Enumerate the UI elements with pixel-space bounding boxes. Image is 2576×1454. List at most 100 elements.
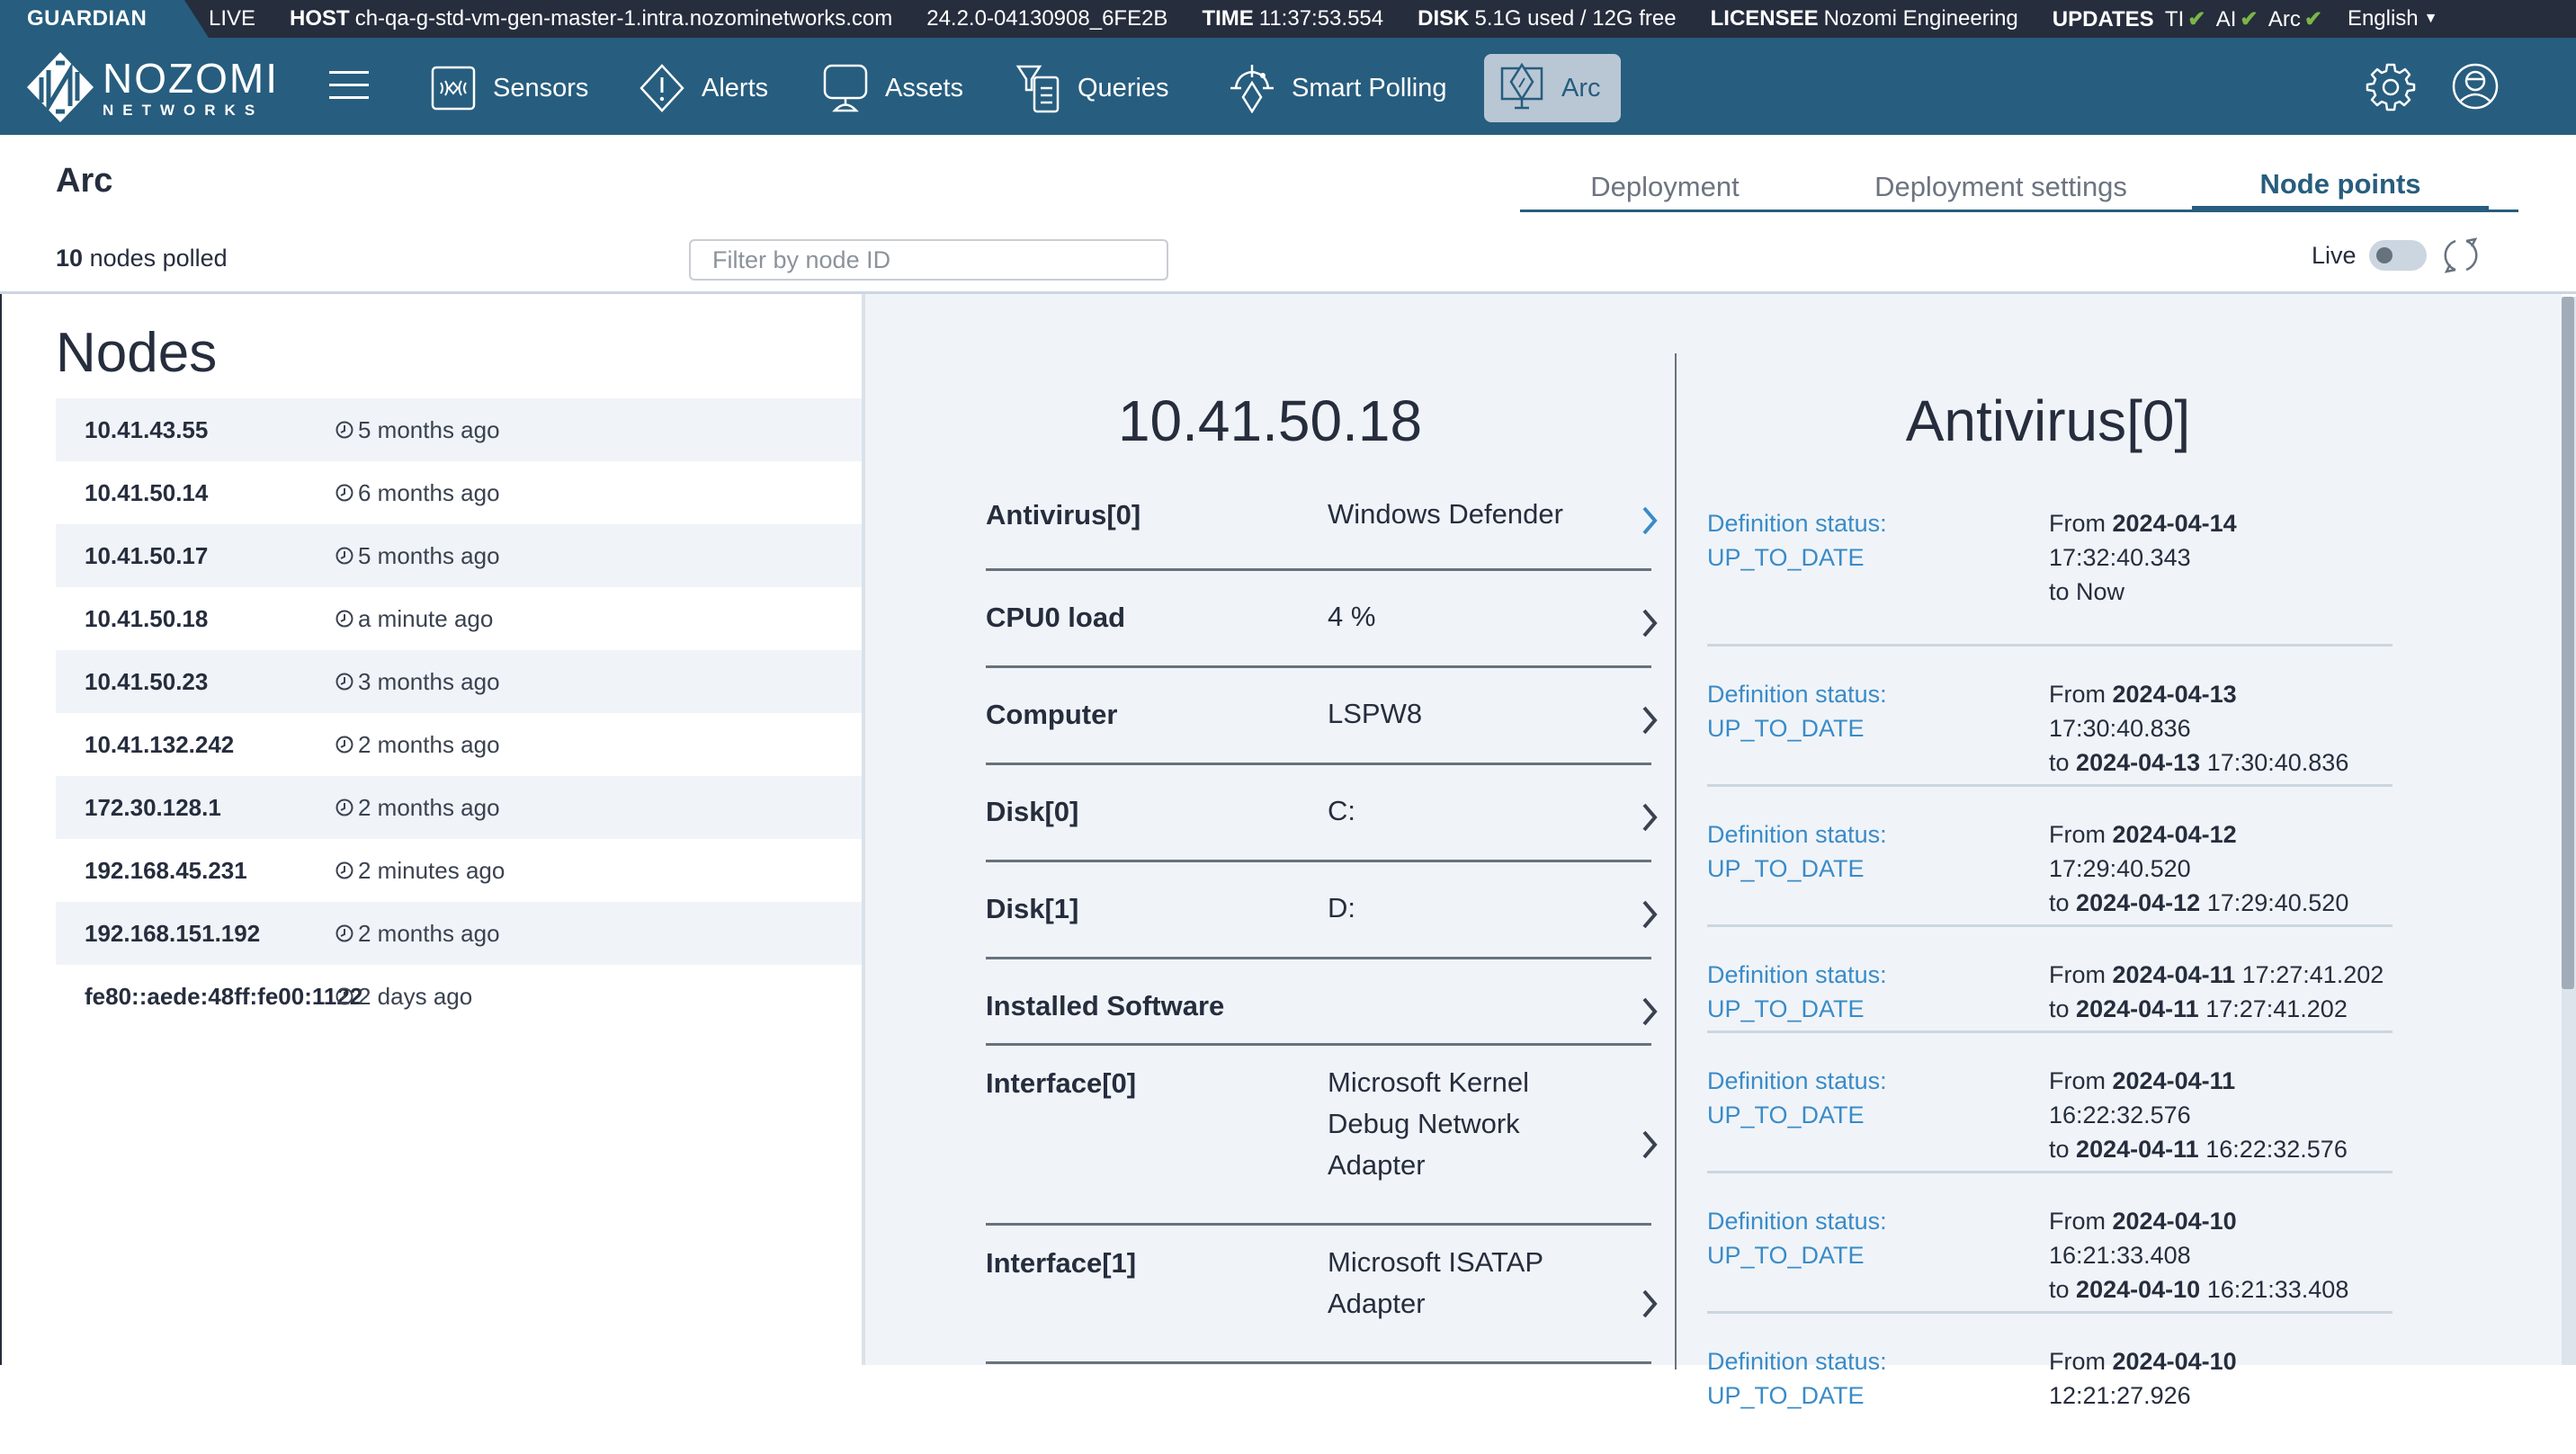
nav-smart-polling-label: Smart Polling <box>1292 73 1447 103</box>
node-detail-title: 10.41.50.18 <box>1117 388 1423 453</box>
licensee-info: LICENSEE Nozomi Engineering <box>1710 6 2018 31</box>
node-ip: 10.41.50.23 <box>85 667 209 695</box>
refresh-icon[interactable] <box>2439 234 2482 277</box>
property-history-list: Definition status: UP_TO_DATE From 2024-04… <box>1707 506 2393 1454</box>
main-navbar: NOZOMI NETWORKS Sensors Alerts Assets Qu… <box>0 38 2576 135</box>
vertical-scrollbar[interactable] <box>2562 297 2576 1365</box>
tab-deployment[interactable]: Deployment <box>1520 162 1810 212</box>
property-value: 4 % <box>1328 601 1376 632</box>
nav-smart-polling[interactable]: Smart Polling <box>1214 54 1461 122</box>
status-value: UP_TO_DATE <box>1707 995 1865 1022</box>
node-ip: 10.41.50.18 <box>85 604 209 632</box>
chevron-right-icon <box>1642 706 1658 735</box>
nozomi-logo[interactable]: NOZOMI NETWORKS <box>25 50 279 124</box>
node-property-row[interactable]: CPU0 load 4 % <box>986 571 1658 668</box>
filter-list-icon <box>1015 65 1060 113</box>
definition-status: Definition status: UP_TO_DATE <box>1707 1348 1887 1409</box>
live-toggle[interactable] <box>2368 240 2427 271</box>
nav-assets[interactable]: Assets <box>808 54 978 122</box>
updates-info: UPDATES TI ✔ AI ✔ Arc ✔ <box>2052 6 2322 31</box>
nodes-polled-summary: 10 nodes polled <box>56 245 228 272</box>
history-entry: Definition status: UP_TO_DATE From 2024-04… <box>1707 506 2393 647</box>
node-list-item[interactable]: 10.41.43.55 5 months ago <box>56 398 863 461</box>
clock-icon <box>335 484 353 502</box>
chevron-right-icon <box>1642 900 1658 929</box>
node-list-item[interactable]: 10.41.50.17 5 months ago <box>56 524 863 587</box>
node-list-item[interactable]: 192.168.151.192 2 months ago <box>56 902 863 965</box>
filter-node-id-input[interactable] <box>689 239 1168 281</box>
history-entry: Definition status: UP_TO_DATE From 2024-04… <box>1707 1314 2393 1454</box>
clock-icon <box>335 861 353 879</box>
disk-info: DISK 5.1G used / 12G free <box>1418 6 1677 31</box>
status-bar: GUARDIAN LIVE HOST ch-qa-g-std-vm-gen-mas… <box>0 0 2576 38</box>
node-property-row[interactable]: Computer LSPW8 <box>986 668 1658 765</box>
product-name: GUARDIAN <box>0 0 209 38</box>
property-value: Microsoft Kernel Debug Network Adapter <box>1328 1066 1529 1181</box>
clock-icon <box>335 547 353 565</box>
time-info: TIME 11:37:53.554 <box>1202 6 1384 31</box>
node-property-row[interactable]: Interface[0] Microsoft Kernel Debug Netwo… <box>986 1046 1658 1226</box>
node-ip: 192.168.151.192 <box>85 919 261 947</box>
node-property-row[interactable]: Interface[1] Microsoft ISATAP Adapter <box>986 1226 1658 1364</box>
validity-range: From 2024-04-11 16:22:32.576 to 2024-04-11… <box>2049 1067 2348 1163</box>
clock-icon <box>335 673 353 691</box>
status-value: UP_TO_DATE <box>1707 544 1865 571</box>
node-last-seen: 6 months ago <box>335 479 500 507</box>
node-property-row[interactable]: Antivirus[0] Windows Defender <box>986 474 1658 571</box>
version-info: 24.2.0-04130908_6FE2B <box>926 6 1168 31</box>
arc-monitor-icon <box>1500 63 1543 110</box>
node-list-item[interactable]: 10.41.50.23 3 months ago <box>56 650 863 713</box>
nozomi-logo-icon <box>27 52 94 122</box>
chevron-right-icon <box>1642 997 1658 1026</box>
property-key: Interface[1] <box>986 1247 1137 1279</box>
mode-indicator: LIVE <box>209 6 256 31</box>
nav-sensors[interactable]: Sensors <box>416 54 603 122</box>
node-list-item[interactable]: 10.41.132.242 2 months ago <box>56 713 863 776</box>
node-list-item[interactable]: 192.168.45.231 2 minutes ago <box>56 839 863 902</box>
language-label: English <box>2347 6 2419 31</box>
definition-status: Definition status: UP_TO_DATE <box>1707 510 1887 571</box>
tab-deployment-settings[interactable]: Deployment settings <box>1810 162 2192 212</box>
node-list-item[interactable]: 10.41.50.18 a minute ago <box>56 587 863 650</box>
nav-sensors-label: Sensors <box>493 73 589 103</box>
nav-queries[interactable]: Queries <box>1000 54 1184 122</box>
scrollbar-thumb[interactable] <box>2562 297 2574 989</box>
clock-icon <box>335 736 353 754</box>
node-properties-list: Antivirus[0] Windows Defender CPU0 load 4 %… <box>986 474 1658 1364</box>
nav-arc-label: Arc <box>1561 73 1601 103</box>
property-key: Disk[1] <box>986 893 1079 924</box>
user-profile-icon[interactable] <box>2450 61 2500 112</box>
node-last-seen: 2 months ago <box>335 794 500 822</box>
node-detail-panel: 10.41.50.18 Antivirus[0] Windows Defender… <box>862 294 1675 1365</box>
property-key: Interface[0] <box>986 1067 1137 1099</box>
status-value: UP_TO_DATE <box>1707 855 1865 882</box>
node-last-seen: 3 months ago <box>335 668 500 696</box>
property-value: LSPW8 <box>1328 698 1423 729</box>
node-list-item[interactable]: 10.41.50.14 6 months ago <box>56 461 863 524</box>
monitor-icon <box>823 64 868 112</box>
property-history-panel: Antivirus[0] Definition status: UP_TO_DAT… <box>1675 294 2562 1409</box>
chevron-right-icon <box>1642 609 1658 638</box>
property-key: Computer <box>986 699 1118 730</box>
node-property-row[interactable]: Disk[1] D: <box>986 862 1658 959</box>
sensors-icon <box>431 66 476 111</box>
node-property-row[interactable]: Disk[0] C: <box>986 765 1658 862</box>
node-list-item[interactable]: fe80::aede:48ff:fe00:1122 2 days ago <box>56 965 863 1028</box>
nav-arc[interactable]: Arc <box>1484 54 1621 122</box>
node-list-item[interactable]: 172.30.128.1 2 months ago <box>56 776 863 839</box>
node-property-row[interactable]: Installed Software <box>986 959 1658 1046</box>
node-ip: 10.41.50.14 <box>85 478 209 506</box>
status-value: UP_TO_DATE <box>1707 715 1865 742</box>
nav-alerts[interactable]: Alerts <box>624 54 783 122</box>
language-selector[interactable]: English ▼ <box>2348 6 2438 31</box>
check-icon: ✔ <box>2303 6 2322 31</box>
hamburger-menu-icon[interactable] <box>329 71 369 102</box>
nav-queries-label: Queries <box>1078 73 1169 103</box>
history-entry: Definition status: UP_TO_DATE From 2024-04… <box>1707 1033 2393 1173</box>
live-control: Live <box>2312 234 2482 277</box>
settings-gear-icon[interactable] <box>2366 61 2416 112</box>
tab-node-points[interactable]: Node points <box>2192 162 2489 212</box>
node-ip: 10.41.43.55 <box>85 415 209 443</box>
property-value: Windows Defender <box>1328 498 1563 530</box>
logo-line2: NETWORKS <box>103 101 264 119</box>
